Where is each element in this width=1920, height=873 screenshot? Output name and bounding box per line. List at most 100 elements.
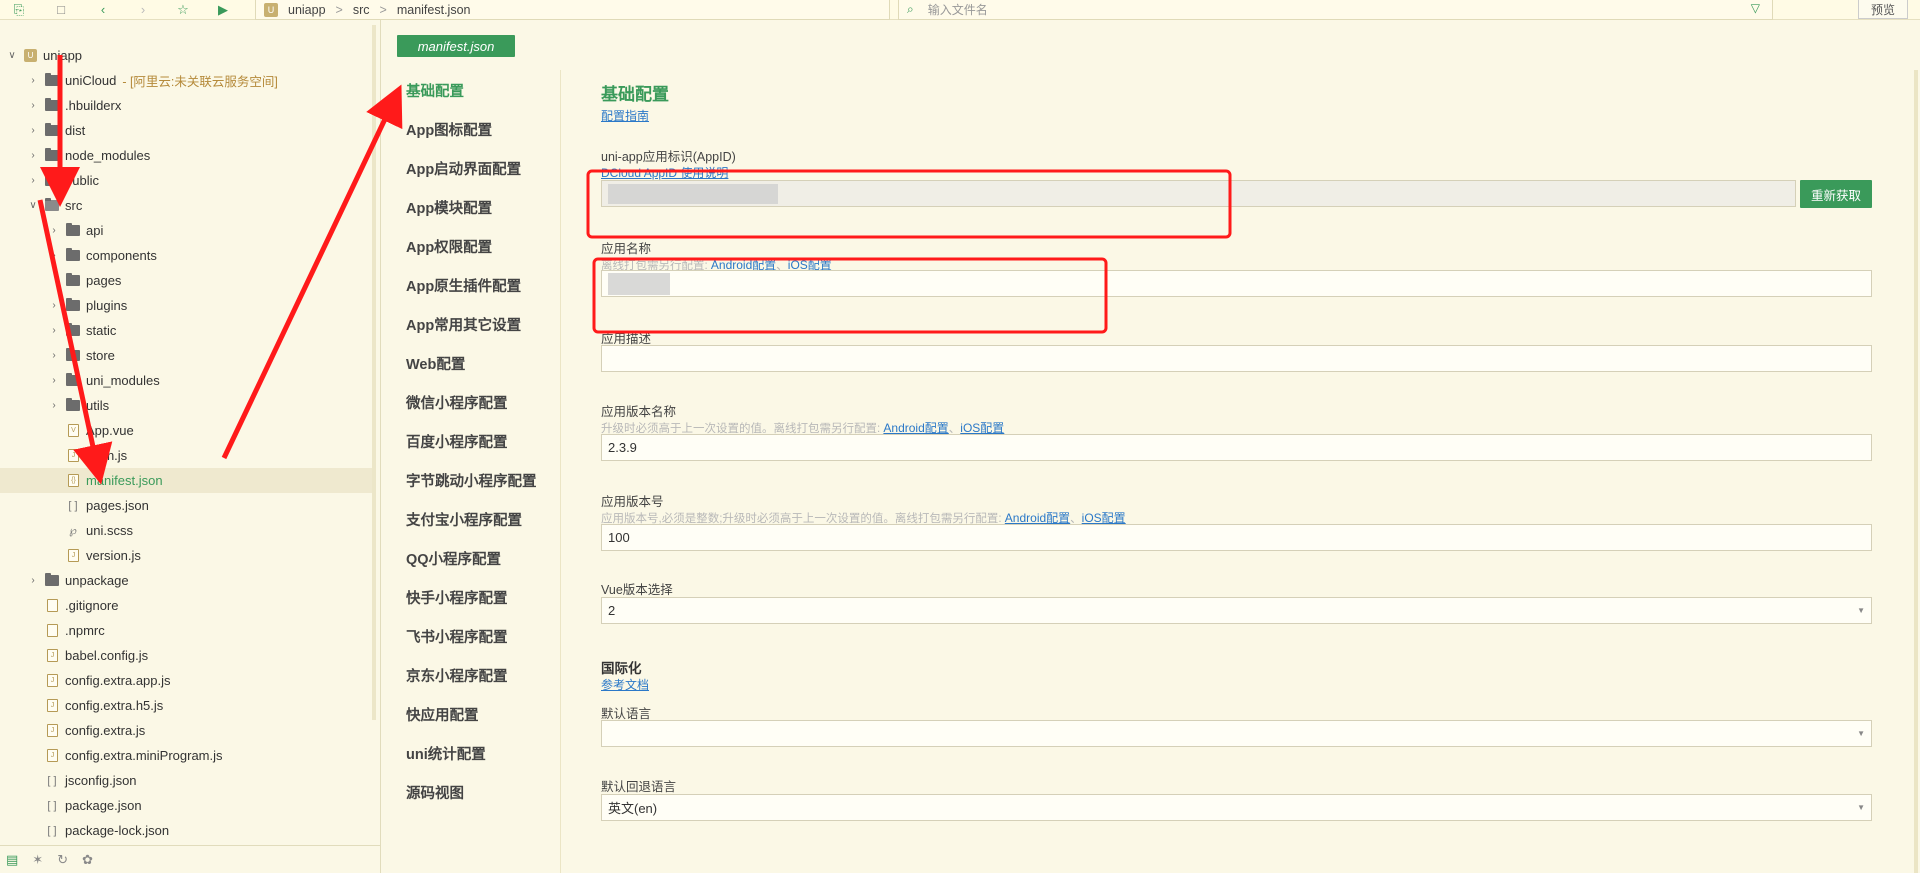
back-icon[interactable]: ‹ <box>92 1 114 19</box>
js-file-icon: J <box>47 699 58 712</box>
nav-item-alipay[interactable]: 支付宝小程序配置 <box>406 509 522 530</box>
tab-manifest-json[interactable]: manifest.json <box>397 35 515 57</box>
i18n-doc-link[interactable]: 参考文档 <box>601 676 649 693</box>
star-icon[interactable]: ☆ <box>172 1 194 19</box>
tree-file-config-extra-app[interactable]: J config.extra.app.js <box>39 668 411 693</box>
tree-item-label: .gitignore <box>65 598 119 613</box>
tree-folder-components[interactable]: › components <box>48 243 420 268</box>
tree-item-label: api <box>86 223 104 238</box>
nav-divider <box>560 70 561 873</box>
version-code-ios-link[interactable]: iOS配置 <box>1082 511 1126 525</box>
tree-file-gitignore[interactable]: .gitignore <box>39 593 411 618</box>
version-name-android-link[interactable]: Android配置 <box>883 421 948 435</box>
breadcrumb-item-src[interactable]: src <box>353 3 370 17</box>
tree-file-config-extra[interactable]: J config.extra.js <box>39 718 411 743</box>
tree-file-config-extra-h5[interactable]: J config.extra.h5.js <box>39 693 411 718</box>
nav-item-baidu[interactable]: 百度小程序配置 <box>406 431 508 452</box>
tree-file-jsconfig[interactable]: [ ] jsconfig.json <box>39 768 411 793</box>
app-name-input[interactable] <box>601 270 1872 297</box>
version-name-ios-link[interactable]: iOS配置 <box>960 421 1004 435</box>
sidebar-scrollbar[interactable] <box>372 25 376 720</box>
app-desc-input[interactable] <box>601 345 1872 372</box>
forward-icon[interactable]: › <box>132 1 154 19</box>
tree-item-label: components <box>86 248 157 263</box>
nav-item-qq[interactable]: QQ小程序配置 <box>406 548 501 569</box>
tree-folder-uni-modules[interactable]: › uni_modules <box>48 368 420 393</box>
tree-folder-store[interactable]: › store <box>48 343 420 368</box>
tree-file-app-vue[interactable]: V App.vue <box>60 418 432 443</box>
default-lang-select[interactable]: ▼ <box>601 720 1872 747</box>
version-name-input[interactable]: 2.3.9 <box>601 434 1872 461</box>
chevron-right-icon: › <box>31 75 35 86</box>
tree-folder-plugins[interactable]: › plugins <box>48 293 420 318</box>
config-guide-link[interactable]: 配置指南 <box>601 107 649 124</box>
palette-icon[interactable]: ✿ <box>82 852 93 868</box>
nav-item-weixin[interactable]: 微信小程序配置 <box>406 392 508 413</box>
tree-file-version-js[interactable]: J version.js <box>60 543 432 568</box>
refetch-appid-button[interactable]: 重新获取 <box>1800 180 1872 208</box>
tree-folder-pages[interactable]: pages <box>48 268 420 293</box>
tree-folder-api[interactable]: › api <box>48 218 420 243</box>
preview-button[interactable]: 预览 <box>1858 0 1908 19</box>
tree-file-package-json[interactable]: [ ] package.json <box>39 793 411 818</box>
tree-file-manifest-json[interactable]: {} manifest.json <box>0 468 372 493</box>
nav-item-jd[interactable]: 京东小程序配置 <box>406 665 508 686</box>
run-icon[interactable]: ▶ <box>212 1 234 19</box>
tree-folder-src[interactable]: ∨ src <box>27 193 399 218</box>
nav-item-app-modules[interactable]: App模块配置 <box>406 197 492 218</box>
nav-item-app-icon[interactable]: App图标配置 <box>406 119 492 140</box>
tree-file-main-js[interactable]: J main.js <box>60 443 432 468</box>
tree-folder-public[interactable]: › public <box>27 168 399 193</box>
breadcrumb-item-project[interactable]: uniapp <box>288 3 326 17</box>
new-file-icon[interactable]: ⎘ <box>8 1 30 19</box>
tree-folder-static[interactable]: › static <box>48 318 420 343</box>
tree-folder-node-modules[interactable]: › node_modules <box>27 143 399 168</box>
editor-scrollbar[interactable] <box>1914 70 1918 873</box>
cloud-space-note: - [阿里云:未关联云服务空间] <box>122 75 278 89</box>
nav-item-app-native-plugins[interactable]: App原生插件配置 <box>406 275 521 296</box>
tree-folder-utils[interactable]: › utils <box>48 393 420 418</box>
tree-folder-hbuilderx[interactable]: › .hbuilderx <box>27 93 399 118</box>
appid-input[interactable] <box>601 180 1796 207</box>
breadcrumb-item-file[interactable]: manifest.json <box>397 3 471 17</box>
folder-icon <box>66 398 80 411</box>
version-code-input[interactable]: 100 <box>601 524 1872 551</box>
nav-item-quickapp[interactable]: 快应用配置 <box>406 704 479 725</box>
appid-help-link[interactable]: DCloud AppID 使用说明 <box>601 164 728 181</box>
tree-file-npmrc[interactable]: .npmrc <box>39 618 411 643</box>
fallback-lang-select[interactable]: 英文(en) ▼ <box>601 794 1872 821</box>
js-file-icon: J <box>47 674 58 687</box>
nav-item-app-splash[interactable]: App启动界面配置 <box>406 158 521 179</box>
tree-file-uni-scss[interactable]: ℘ uni.scss <box>60 518 432 543</box>
tree-file-config-extra-miniprogram[interactable]: J config.extra.miniProgram.js <box>39 743 411 768</box>
tree-project-root[interactable]: ∨ U uniapp <box>6 43 378 68</box>
nav-item-kuaishou[interactable]: 快手小程序配置 <box>406 587 508 608</box>
nav-item-basic[interactable]: 基础配置 <box>406 80 464 101</box>
nav-item-app-permissions[interactable]: App权限配置 <box>406 236 492 257</box>
nav-item-toutiao[interactable]: 字节跳动小程序配置 <box>406 470 537 491</box>
tree-file-pages-json[interactable]: [ ] pages.json <box>60 493 432 518</box>
top-toolbar: ⎘ □ ‹ › ☆ ▶ U uniapp > src > manifest.js… <box>0 0 1920 20</box>
nav-item-lark[interactable]: 飞书小程序配置 <box>406 626 508 647</box>
save-icon[interactable]: □ <box>50 1 72 19</box>
nav-item-web[interactable]: Web配置 <box>406 353 465 374</box>
folder-icon <box>66 248 80 261</box>
tree-file-package-lock[interactable]: [ ] package-lock.json <box>39 818 411 843</box>
nav-item-app-other[interactable]: App常用其它设置 <box>406 314 521 335</box>
search-icon: ⌕ <box>907 2 914 16</box>
nav-item-uni-stat[interactable]: uni统计配置 <box>406 743 486 764</box>
refresh-icon[interactable]: ↻ <box>57 852 68 868</box>
js-file-icon: J <box>68 549 79 562</box>
project-manager-icon[interactable]: ▤ <box>6 852 18 868</box>
filter-icon[interactable]: ▽ <box>1751 1 1760 15</box>
tree-folder-dist[interactable]: › dist <box>27 118 399 143</box>
version-code-android-link[interactable]: Android配置 <box>1005 511 1070 525</box>
vue-version-select[interactable]: 2 ▼ <box>601 597 1872 624</box>
nav-item-source-view[interactable]: 源码视图 <box>406 782 464 803</box>
tree-file-babel-config[interactable]: J babel.config.js <box>39 643 411 668</box>
bug-icon[interactable]: ✶ <box>32 852 43 868</box>
tree-folder-unpackage[interactable]: › unpackage <box>27 568 399 593</box>
chevron-right-icon: › <box>52 375 56 386</box>
file-search-input[interactable]: ⌕ 输入文件名 ▽ <box>898 0 1773 20</box>
tree-folder-unicloud[interactable]: › uniCloud - [阿里云:未关联云服务空间] <box>27 68 399 93</box>
